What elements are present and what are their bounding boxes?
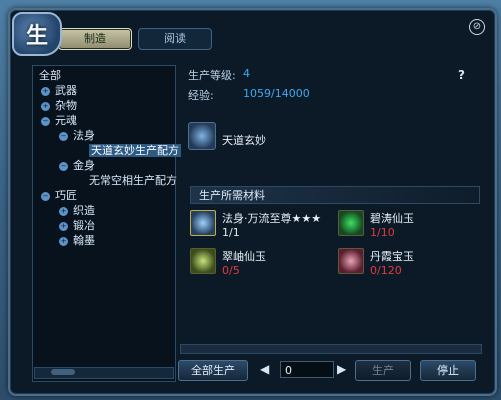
collapse-icon[interactable]: − [41, 191, 50, 201]
tree-item-dharma[interactable]: − 法身 [59, 128, 95, 143]
decrease-arrow-icon[interactable]: ◀ [260, 362, 269, 376]
help-icon[interactable]: ? [458, 68, 465, 82]
material-name: 丹霞宝玉 [370, 250, 414, 263]
tree-item-dharma-recipe[interactable]: 天道玄妙生产配方 [89, 143, 181, 158]
exp-value: 1059/14000 [243, 87, 310, 100]
quantity-input[interactable]: 0 [280, 361, 334, 378]
tab-make[interactable]: 制造 [58, 28, 132, 50]
expand-icon[interactable]: + [41, 101, 50, 111]
increase-arrow-icon[interactable]: ▶ [337, 362, 346, 376]
tab-read[interactable]: 阅读 [138, 28, 212, 50]
produce-button[interactable]: 生产 [355, 360, 411, 381]
tree-item-forge[interactable]: + 锻冶 [59, 218, 95, 233]
production-progress [180, 344, 482, 354]
item-icon[interactable] [188, 122, 216, 150]
item-name: 天道玄妙 [222, 134, 266, 147]
level-value: 4 [243, 67, 250, 80]
expand-icon[interactable]: + [59, 206, 68, 216]
tree-item-weave[interactable]: + 织造 [59, 203, 95, 218]
tree-scrollbar[interactable] [34, 367, 174, 379]
crafting-panel: ⊘ 制造 阅读 全部 + 武器 + 杂物 − 元魂 − 法身 天道玄妙生产配方 − 金身 … [8, 8, 497, 396]
recipe-tree: 全部 + 武器 + 杂物 − 元魂 − 法身 天道玄妙生产配方 − 金身 无常空相生产配方… [32, 65, 181, 382]
produce-all-button[interactable]: 全部生产 [178, 360, 248, 381]
window-badge: 生 [12, 12, 62, 56]
material-name: 法身·万流至尊★★★ [222, 212, 322, 225]
tree-item-soul[interactable]: − 元魂 [41, 113, 77, 128]
tree-item-ink[interactable]: + 翰墨 [59, 233, 95, 248]
scroll-thumb[interactable] [51, 369, 75, 375]
material-count: 1/1 [222, 226, 240, 239]
material-icon-dharma[interactable] [190, 210, 216, 236]
material-count: 0/5 [222, 264, 240, 277]
materials-header: 生产所需材料 [190, 186, 480, 204]
material-icon-jade-emerald[interactable] [190, 248, 216, 274]
expand-icon[interactable]: + [59, 236, 68, 246]
tree-item-golden-recipe[interactable]: 无常空相生产配方 [89, 173, 177, 188]
expand-icon[interactable]: + [41, 86, 50, 96]
expand-icon[interactable]: + [59, 221, 68, 231]
material-count: 0/120 [370, 264, 402, 277]
material-count: 1/10 [370, 226, 395, 239]
material-name: 翠岫仙玉 [222, 250, 266, 263]
stop-button[interactable]: 停止 [420, 360, 476, 381]
material-icon-jade-red[interactable] [338, 248, 364, 274]
material-icon-jade-green[interactable] [338, 210, 364, 236]
tree-item-golden[interactable]: − 金身 [59, 158, 95, 173]
collapse-icon[interactable]: − [41, 116, 50, 126]
tree-item-weapons[interactable]: + 武器 [41, 83, 77, 98]
exp-label: 经验: [188, 89, 214, 102]
tree-item-craft[interactable]: − 巧匠 [41, 188, 77, 203]
material-name: 碧涛仙玉 [370, 212, 414, 225]
tree-item-misc[interactable]: + 杂物 [41, 98, 77, 113]
collapse-icon[interactable]: − [59, 131, 68, 141]
collapse-icon[interactable]: − [59, 161, 68, 171]
tree-item-root[interactable]: 全部 [39, 68, 61, 83]
level-label: 生产等级: [188, 69, 236, 82]
close-icon[interactable]: ⊘ [469, 19, 485, 35]
